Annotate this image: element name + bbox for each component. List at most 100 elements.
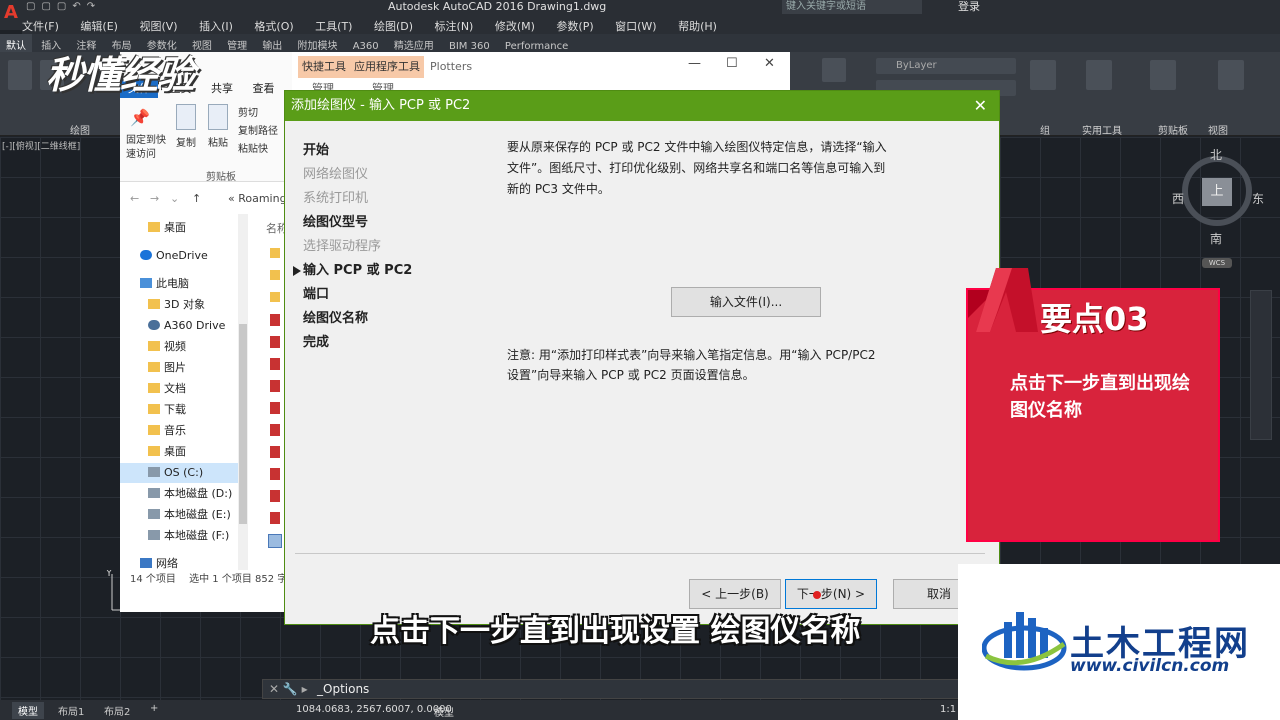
- back-arrow-icon[interactable]: ←: [130, 192, 139, 205]
- compass-south[interactable]: 南: [1210, 230, 1222, 247]
- folder-icon[interactable]: [270, 248, 280, 258]
- contextual-tab-quick-tools[interactable]: 快捷工具: [298, 56, 350, 78]
- menu-window[interactable]: 窗口(W): [615, 16, 656, 36]
- nav-item-desktop-2[interactable]: 桌面: [120, 442, 242, 462]
- copy-button[interactable]: 复制: [176, 134, 196, 149]
- folder-icon[interactable]: [270, 270, 280, 280]
- nav-item-music[interactable]: 音乐: [120, 421, 242, 441]
- plotter-file-icon[interactable]: [270, 358, 280, 370]
- menu-modify[interactable]: 修改(M): [495, 16, 535, 36]
- nav-item-videos[interactable]: 视频: [120, 337, 242, 357]
- viewcube-top-face[interactable]: 上: [1202, 178, 1232, 206]
- group-tool-icon[interactable]: [1030, 60, 1056, 90]
- plotter-file-icon[interactable]: [270, 468, 280, 480]
- add-layout-icon[interactable]: +: [144, 702, 164, 715]
- plotter-file-icon[interactable]: [270, 424, 280, 436]
- tab-layout1[interactable]: 布局1: [52, 702, 90, 719]
- viewcube[interactable]: 上 北 南 西 东 WCS: [1172, 148, 1264, 268]
- search-input[interactable]: 键入关键字或短语: [782, 0, 922, 14]
- import-file-button[interactable]: 输入文件(I)...: [671, 287, 821, 317]
- forward-arrow-icon[interactable]: →: [150, 192, 159, 205]
- scrollbar-thumb[interactable]: [239, 324, 247, 524]
- explorer-tab-share[interactable]: 共享: [203, 78, 241, 98]
- nav-item-drive-f[interactable]: 本地磁盘 (F:): [120, 526, 242, 546]
- tab-model[interactable]: 模型: [12, 702, 44, 719]
- chevron-down-icon[interactable]: ⌄: [170, 192, 179, 205]
- add-plotter-dialog: 添加绘图仪 - 输入 PCP 或 PC2 ✕ 开始 网络绘图仪 系统打印机 绘图…: [284, 90, 1000, 625]
- plotter-file-icon[interactable]: [270, 490, 280, 502]
- login-button[interactable]: 登录: [958, 0, 980, 14]
- plotter-file-icon[interactable]: [270, 512, 280, 524]
- paste-shortcut-button[interactable]: 粘贴快: [238, 140, 268, 155]
- panel-draw-label: 绘图: [70, 126, 90, 137]
- drive-icon: [148, 467, 160, 477]
- layer-properties-icon[interactable]: [822, 58, 846, 82]
- plotter-file-icon[interactable]: [270, 402, 280, 414]
- cut-button[interactable]: 剪切: [238, 104, 258, 119]
- address-path[interactable]: « Roaming: [228, 192, 287, 205]
- dialog-close-icon[interactable]: ✕: [974, 91, 987, 121]
- paste-tool-icon[interactable]: [1150, 60, 1176, 90]
- nav-item-onedrive[interactable]: OneDrive: [120, 246, 242, 266]
- menu-format[interactable]: 格式(O): [254, 16, 293, 36]
- wizard-shortcut-icon[interactable]: [268, 534, 282, 548]
- plotter-file-icon[interactable]: [270, 314, 280, 326]
- minimize-icon[interactable]: —: [688, 56, 701, 71]
- wizard-steps: 开始 网络绘图仪 系统打印机 绘图仪型号 选择驱动程序 输入 PCP 或 PC2…: [293, 139, 463, 355]
- nav-item-pictures[interactable]: 图片: [120, 358, 242, 378]
- nav-item-downloads[interactable]: 下载: [120, 400, 242, 420]
- explorer-tab-view[interactable]: 查看: [245, 78, 283, 98]
- plotter-file-icon[interactable]: [270, 446, 280, 458]
- close-icon[interactable]: ✕: [764, 56, 775, 71]
- nav-item-drive-d[interactable]: 本地磁盘 (D:): [120, 484, 242, 504]
- menu-insert[interactable]: 插入(I): [199, 16, 233, 36]
- up-arrow-icon[interactable]: ↑: [192, 192, 201, 205]
- back-button[interactable]: < 上一步(B): [689, 579, 781, 609]
- menu-tools[interactable]: 工具(T): [315, 16, 352, 36]
- compass-north[interactable]: 北: [1210, 146, 1222, 163]
- dialog-description: 要从原来保存的 PCP 或 PC2 文件中输入绘图仪特定信息，请选择“输入文件”…: [507, 140, 887, 196]
- viewport-controls[interactable]: [-][俯视][二维线框]: [2, 139, 80, 152]
- pin-quick-access-button[interactable]: 固定到快速访问: [126, 134, 170, 162]
- plotter-file-icon[interactable]: [270, 336, 280, 348]
- maximize-icon[interactable]: ☐: [726, 56, 738, 71]
- plotter-file-icon[interactable]: [270, 380, 280, 392]
- nav-item-drive-e[interactable]: 本地磁盘 (E:): [120, 505, 242, 525]
- nav-scrollbar[interactable]: [238, 214, 248, 574]
- layer-dropdown[interactable]: ByLayer: [876, 58, 1016, 74]
- menu-parametric[interactable]: 参数(P): [556, 16, 593, 36]
- menu-dimension[interactable]: 标注(N): [435, 16, 474, 36]
- base-view-icon[interactable]: [1218, 60, 1244, 90]
- copy-path-button[interactable]: 复制路径: [238, 122, 278, 137]
- nav-item-documents[interactable]: 文档: [120, 379, 242, 399]
- compass-east[interactable]: 东: [1252, 190, 1264, 207]
- nav-item-desktop[interactable]: 桌面: [120, 218, 242, 238]
- menu-help[interactable]: 帮助(H): [678, 16, 717, 36]
- next-button[interactable]: 下一步(N) >: [785, 579, 877, 609]
- paste-button[interactable]: 粘贴: [208, 134, 228, 149]
- navigation-bar[interactable]: [1250, 290, 1272, 440]
- command-input[interactable]: _Options: [317, 682, 369, 696]
- nav-item-drive-c[interactable]: OS (C:): [120, 463, 242, 483]
- measure-tool-icon[interactable]: [1086, 60, 1112, 90]
- tab-layout2[interactable]: 布局2: [98, 702, 136, 719]
- menu-view[interactable]: 视图(V): [139, 16, 177, 36]
- nav-item-this-pc[interactable]: 此电脑: [120, 274, 242, 294]
- menu-edit[interactable]: 编辑(E): [80, 16, 118, 36]
- quick-access-toolbar[interactable]: ▢▢▢↶↷: [26, 1, 101, 12]
- nav-item-3d-objects[interactable]: 3D 对象: [120, 295, 242, 315]
- model-space-toggle[interactable]: 模型: [434, 704, 454, 719]
- autocad-logo-icon[interactable]: A: [0, 0, 22, 30]
- menu-draw[interactable]: 绘图(D): [374, 16, 413, 36]
- nav-item-a360-drive[interactable]: A360 Drive: [120, 316, 242, 336]
- address-bar[interactable]: ← → ⌄ ↑ « Roaming: [120, 188, 292, 210]
- menu-file[interactable]: 文件(F): [22, 16, 59, 36]
- contextual-tab-app-tools[interactable]: 应用程序工具: [350, 56, 424, 78]
- command-line[interactable]: ✕ 🔧 ▸ _Options: [262, 679, 962, 699]
- compass-west[interactable]: 西: [1172, 190, 1184, 207]
- annotation-scale[interactable]: 1:1: [940, 704, 956, 715]
- folder-icon[interactable]: [270, 292, 280, 302]
- close-icon[interactable]: ✕ 🔧 ▸: [269, 682, 308, 696]
- line-tool-icon[interactable]: [8, 60, 32, 90]
- wcs-menu[interactable]: WCS: [1202, 258, 1232, 268]
